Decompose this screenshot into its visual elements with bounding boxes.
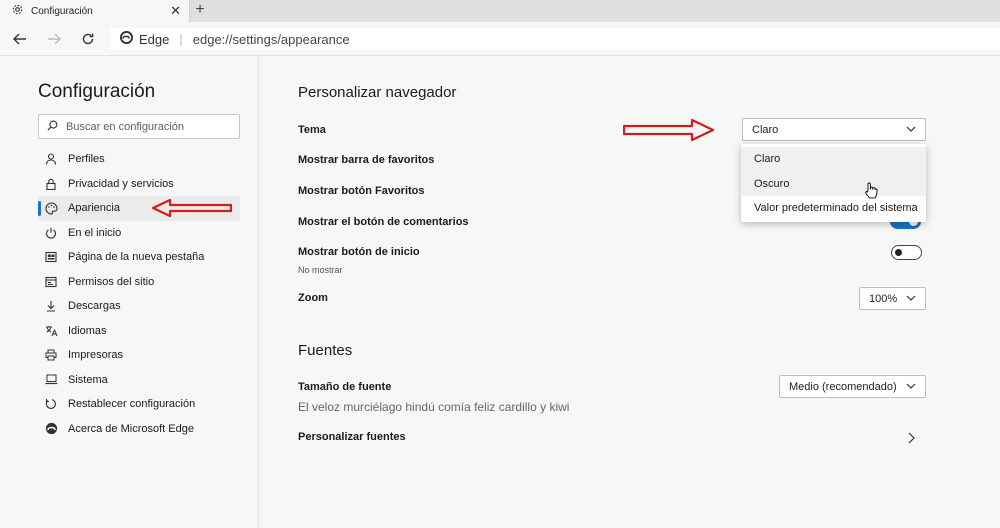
font-size-select[interactable]: Medio (recomendado) <box>779 375 926 398</box>
search-input[interactable] <box>66 120 236 133</box>
sidebar-item-label: Restablecer configuración <box>68 398 196 411</box>
new-tab-page-icon <box>44 250 58 264</box>
refresh-icon <box>82 33 94 45</box>
url-text: edge://settings/appearance <box>192 31 350 47</box>
sidebar-item-restablecer[interactable]: Restablecer configuración <box>38 392 240 417</box>
hand-cursor-icon <box>864 182 878 205</box>
site-permissions-icon <box>44 275 58 289</box>
chevron-down-icon <box>906 124 916 137</box>
theme-dropdown-menu: Claro Oscuro Valor predeterminado del si… <box>741 144 926 222</box>
sidebar-item-label: Perfiles <box>68 153 105 166</box>
sidebar-item-privacidad[interactable]: Privacidad y servicios <box>38 172 240 197</box>
toolbar: Edge | edge://settings/appearance <box>0 22 1000 56</box>
gear-icon <box>12 4 23 18</box>
chevron-down-icon <box>906 381 916 394</box>
forward-button[interactable] <box>43 28 65 50</box>
sidebar-item-descargas[interactable]: Descargas <box>38 294 240 319</box>
sidebar-item-permisos[interactable]: Permisos del sitio <box>38 270 240 295</box>
address-bar[interactable]: Edge | edge://settings/appearance <box>110 28 1000 50</box>
refresh-button[interactable] <box>77 28 99 50</box>
chevron-down-icon <box>906 293 916 306</box>
sidebar-item-impresoras[interactable]: Impresoras <box>38 343 240 368</box>
home-button-toggle[interactable] <box>891 245 922 260</box>
theme-label: Tema <box>298 124 326 136</box>
theme-option-sistema[interactable]: Valor predeterminado del sistema <box>741 196 926 221</box>
forward-arrow-icon <box>48 33 61 45</box>
tab-close-icon[interactable]: ✕ <box>170 3 181 19</box>
sidebar-item-label: Sistema <box>68 373 108 386</box>
reset-icon <box>44 397 58 411</box>
sidebar-item-idiomas[interactable]: Idiomas <box>38 319 240 344</box>
zoom-select[interactable]: 100% <box>859 287 926 310</box>
favorites-button-label: Mostrar botón Favoritos <box>298 185 425 197</box>
toggle-knob <box>895 249 902 256</box>
back-button[interactable] <box>9 28 31 50</box>
zoom-select-value: 100% <box>869 292 898 305</box>
search-box[interactable] <box>38 114 240 139</box>
font-size-select-value: Medio (recomendado) <box>789 380 897 393</box>
sidebar-item-label: Impresoras <box>68 349 124 362</box>
sidebar-item-sistema[interactable]: Sistema <box>38 368 240 393</box>
printer-icon <box>44 348 58 362</box>
fonts-title: Fuentes <box>298 342 353 359</box>
customize-title: Personalizar navegador <box>298 84 457 101</box>
sidebar-item-label: Página de la nueva pestaña <box>68 251 205 264</box>
customize-fonts-label[interactable]: Personalizar fuentes <box>298 431 406 443</box>
sidebar-item-label: Acerca de Microsoft Edge <box>68 422 194 435</box>
theme-select-value: Claro <box>752 123 779 136</box>
palette-icon <box>44 201 58 215</box>
tab-settings[interactable]: Configuración ✕ <box>0 0 190 22</box>
lock-icon <box>44 177 58 191</box>
settings-sidebar: Configuración Perfiles Privacidad y serv… <box>0 56 259 528</box>
sidebar-item-label: Idiomas <box>68 324 107 337</box>
laptop-icon <box>44 373 58 387</box>
site-label: Edge <box>139 31 170 47</box>
power-icon <box>44 226 58 240</box>
sidebar-item-inicio[interactable]: En el inicio <box>38 221 240 246</box>
sidebar-item-acerca[interactable]: Acerca de Microsoft Edge <box>38 417 240 442</box>
edge-logo-icon <box>120 31 133 47</box>
annotation-arrow-icon <box>151 198 233 222</box>
back-arrow-icon <box>13 33 26 45</box>
new-tab-button[interactable]: + <box>192 0 208 22</box>
font-sample-text: El veloz murciélago hindú comía feliz ca… <box>298 400 570 414</box>
theme-option-claro[interactable]: Claro <box>741 147 926 172</box>
sidebar-item-label: Permisos del sitio <box>68 275 155 288</box>
favorites-bar-label: Mostrar barra de favoritos <box>298 154 435 166</box>
tab-title: Configuración <box>31 5 93 17</box>
sidebar-item-perfiles[interactable]: Perfiles <box>38 147 240 172</box>
language-icon <box>44 324 58 338</box>
theme-option-oscuro[interactable]: Oscuro <box>741 171 926 196</box>
search-icon <box>47 118 58 136</box>
zoom-label: Zoom <box>298 292 328 304</box>
person-icon <box>44 152 58 166</box>
tab-strip: Configuración ✕ + <box>0 0 1000 22</box>
download-icon <box>44 299 58 313</box>
font-size-label: Tamaño de fuente <box>298 381 392 393</box>
sidebar-item-label: En el inicio <box>68 226 122 239</box>
chevron-right-icon[interactable] <box>906 431 916 449</box>
address-separator: | <box>179 31 183 47</box>
home-button-label: Mostrar botón de inicio <box>298 246 420 258</box>
sidebar-item-label: Privacidad y servicios <box>68 177 174 190</box>
sidebar-item-label: Apariencia <box>68 202 120 215</box>
feedback-button-label: Mostrar el botón de comentarios <box>298 216 469 228</box>
sidebar-title: Configuración <box>38 81 156 102</box>
sidebar-nav: Perfiles Privacidad y servicios Aparienc… <box>38 147 240 441</box>
annotation-arrow-icon <box>622 118 715 147</box>
sidebar-item-nueva-pestana[interactable]: Página de la nueva pestaña <box>38 245 240 270</box>
theme-select[interactable]: Claro <box>742 118 926 141</box>
edge-logo-icon <box>44 422 58 436</box>
sidebar-item-label: Descargas <box>68 300 121 313</box>
home-button-sub: No mostrar <box>298 265 343 275</box>
